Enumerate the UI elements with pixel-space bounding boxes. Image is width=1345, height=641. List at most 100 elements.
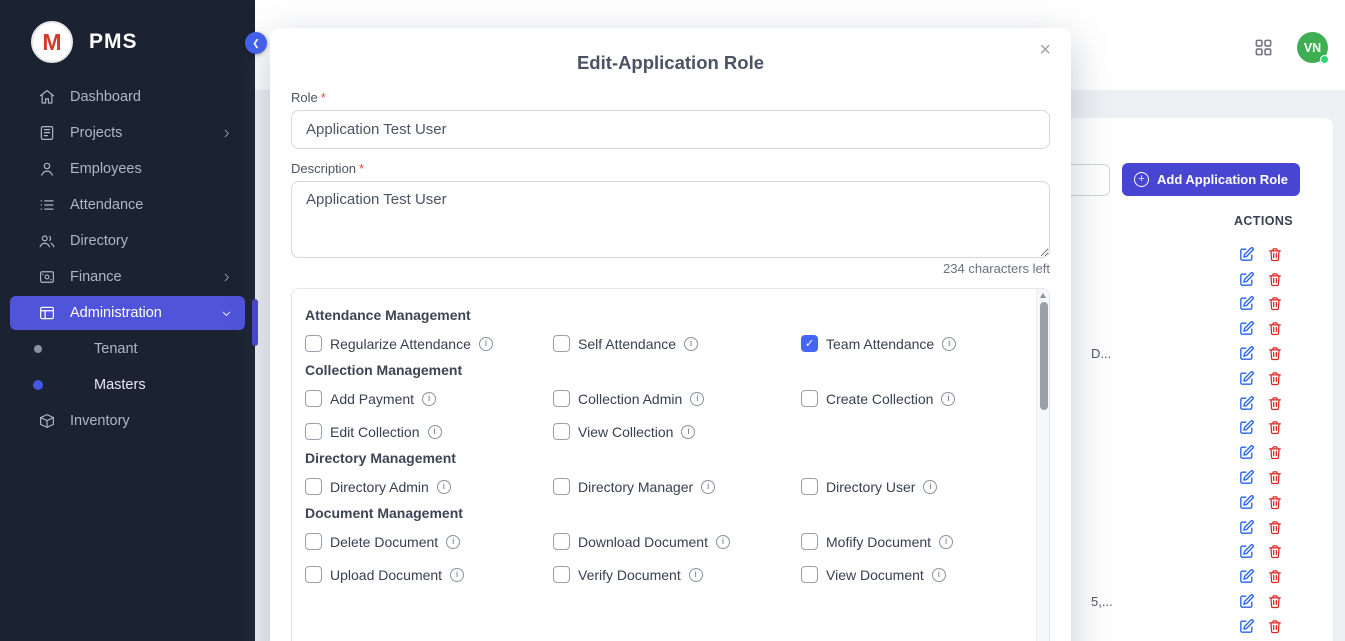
sidebar-item-dashboard[interactable]: Dashboard [0,79,255,115]
delete-icon[interactable] [1267,370,1283,387]
apps-grid-icon[interactable] [1254,38,1273,57]
checkbox[interactable] [553,390,570,407]
permission-group-title: Document Management [305,505,1023,521]
close-icon[interactable]: × [1039,40,1051,60]
sidebar-scrollbar-thumb[interactable] [252,299,258,346]
edit-icon[interactable] [1238,345,1255,362]
checkbox[interactable] [305,390,322,407]
edit-icon[interactable] [1238,469,1255,486]
permission-item: Delete Documenti [305,533,553,550]
info-icon[interactable]: i [681,425,695,439]
delete-icon[interactable] [1267,271,1283,288]
permission-label: Team Attendance [826,336,934,352]
permission-label: Directory Manager [578,479,693,495]
checkbox[interactable] [801,533,818,550]
edit-icon[interactable] [1238,295,1255,312]
info-icon[interactable]: i [716,535,730,549]
delete-icon[interactable] [1267,345,1283,362]
permission-label: Upload Document [330,567,442,583]
sidebar-collapse-button[interactable] [245,32,267,54]
edit-icon[interactable] [1238,395,1255,412]
permission-item: Add Paymenti [305,390,553,407]
sidebar-item-administration[interactable]: Administration [10,296,245,330]
checkbox[interactable] [801,390,818,407]
edit-icon[interactable] [1238,444,1255,461]
delete-icon[interactable] [1267,395,1283,412]
delete-icon[interactable] [1267,568,1283,585]
edit-icon[interactable] [1238,618,1255,635]
delete-icon[interactable] [1267,469,1283,486]
sidebar-item-employees[interactable]: Employees [0,151,255,187]
permission-label: Verify Document [578,567,681,583]
sidebar-item-tenant[interactable]: Tenant [0,331,255,367]
delete-icon[interactable] [1267,593,1283,610]
info-icon[interactable]: i [684,337,698,351]
edit-icon[interactable] [1238,593,1255,610]
checkbox[interactable] [801,478,818,495]
edit-icon[interactable] [1238,568,1255,585]
sidebar-item-masters[interactable]: Masters [0,367,255,403]
delete-icon[interactable] [1267,444,1283,461]
edit-icon[interactable] [1238,246,1255,263]
description-textarea[interactable]: Application Test User [291,181,1050,258]
edit-icon[interactable] [1238,543,1255,560]
permission-groups: Attendance ManagementRegularize Attendan… [305,307,1023,583]
role-input[interactable] [291,110,1050,149]
info-icon[interactable]: i [446,535,460,549]
delete-icon[interactable] [1267,519,1283,536]
sidebar-item-attendance[interactable]: Attendance [0,187,255,223]
delete-icon[interactable] [1267,419,1283,436]
permission-label: Edit Collection [330,424,420,440]
checkbox[interactable] [305,478,322,495]
edit-icon[interactable] [1238,320,1255,337]
info-icon[interactable]: i [428,425,442,439]
delete-icon[interactable] [1267,618,1283,635]
info-icon[interactable]: i [422,392,436,406]
delete-icon[interactable] [1267,295,1283,312]
scrollbar-thumb[interactable] [1040,302,1048,410]
permission-item: Directory Useri [801,478,1025,495]
info-icon[interactable]: i [932,568,946,582]
delete-icon[interactable] [1267,246,1283,263]
sidebar-item-finance[interactable]: Finance [0,259,255,295]
delete-icon[interactable] [1267,494,1283,511]
avatar[interactable]: VN [1297,32,1328,63]
checkbox[interactable] [553,478,570,495]
info-icon[interactable]: i [941,392,955,406]
add-application-role-button[interactable]: Add Application Role [1122,163,1300,196]
checkbox[interactable] [553,423,570,440]
delete-icon[interactable] [1267,543,1283,560]
info-icon[interactable]: i [479,337,493,351]
checkbox[interactable] [801,566,818,583]
delete-icon[interactable] [1267,320,1283,337]
info-icon[interactable]: i [939,535,953,549]
info-icon[interactable]: i [923,480,937,494]
checkbox[interactable] [553,335,570,352]
edit-icon[interactable] [1238,370,1255,387]
checkbox[interactable] [305,566,322,583]
scroll-up-arrow-icon[interactable] [1040,293,1046,298]
checkbox[interactable] [305,335,322,352]
checkbox[interactable] [553,566,570,583]
role-label-text: Role [291,90,318,105]
sidebar-item-directory[interactable]: Directory [0,223,255,259]
sidebar-item-projects[interactable]: Projects [0,115,255,151]
info-icon[interactable]: i [690,392,704,406]
edit-icon[interactable] [1238,494,1255,511]
info-icon[interactable]: i [450,568,464,582]
permission-item: Collection Admini [553,390,801,407]
sidebar-item-label: Attendance [70,197,143,213]
edit-icon[interactable] [1238,419,1255,436]
checkbox[interactable] [305,533,322,550]
sidebar-item-inventory[interactable]: Inventory [0,403,255,439]
checkbox[interactable] [553,533,570,550]
info-icon[interactable]: i [701,480,715,494]
info-icon[interactable]: i [437,480,451,494]
info-icon[interactable]: i [942,337,956,351]
info-icon[interactable]: i [689,568,703,582]
permissions-scrollbar[interactable] [1036,289,1049,641]
edit-icon[interactable] [1238,271,1255,288]
checkbox[interactable]: ✓ [801,335,818,352]
checkbox[interactable] [305,423,322,440]
edit-icon[interactable] [1238,519,1255,536]
